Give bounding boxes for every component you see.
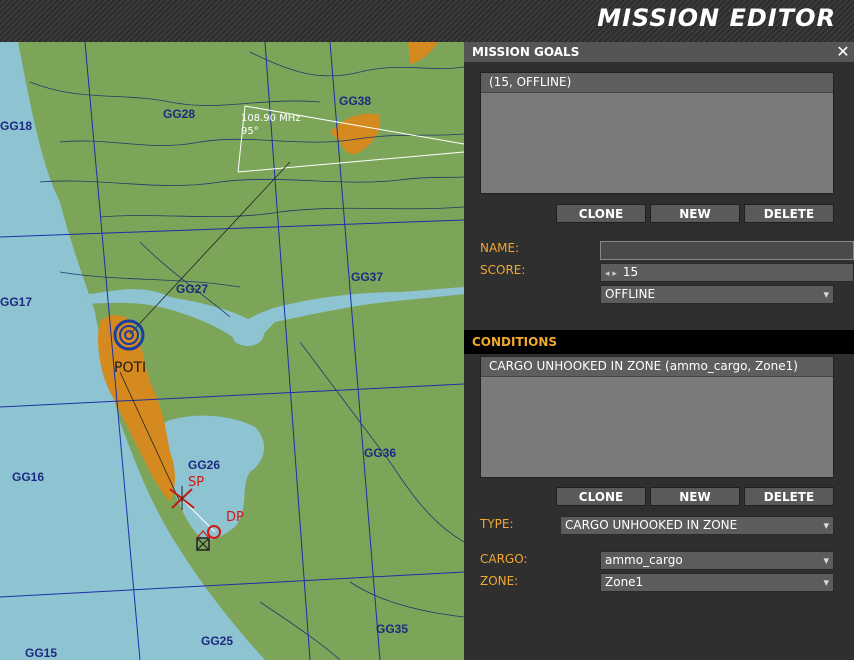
grid-label-gg37: GG37 (351, 270, 383, 284)
sp-label: SP (188, 475, 204, 490)
close-icon[interactable]: ✕ (834, 43, 852, 61)
conditions-list-item[interactable]: CARGO UNHOOKED IN ZONE (ammo_cargo, Zone… (481, 357, 833, 377)
grid-label-gg26: GG26 (188, 458, 220, 472)
cargo-select[interactable]: ammo_cargo (600, 551, 834, 570)
zone-select[interactable]: Zone1 (600, 573, 834, 592)
type-select[interactable]: CARGO UNHOOKED IN ZONE (560, 516, 834, 535)
type-value: CARGO UNHOOKED IN ZONE (565, 518, 738, 532)
dp-label: DP (226, 510, 244, 525)
grid-label-gg36: GG36 (364, 446, 396, 460)
conditions-header: CONDITIONS (464, 330, 854, 354)
score-label: SCORE: (480, 263, 526, 277)
title-bar: MISSION EDITOR (0, 0, 854, 42)
goals-header-title: MISSION GOALS (472, 45, 580, 59)
beacon-frequency: 108.90 MHz (241, 113, 301, 124)
grid-label-gg15: GG15 (25, 646, 57, 660)
stepper-arrows-icon[interactable]: ◂ ▸ (605, 269, 617, 279)
mode-select[interactable]: OFFLINE (600, 285, 834, 304)
grid-label-gg25: GG25 (201, 634, 233, 648)
cargo-value: ammo_cargo (605, 553, 683, 567)
goals-header: MISSION GOALS ✕ (464, 42, 854, 62)
conditions-delete-button[interactable]: DELETE (744, 487, 834, 506)
beacon-heading: 95° (241, 126, 259, 137)
cargo-label: CARGO: (480, 552, 528, 566)
map-view[interactable]: GG18 GG28 GG38 GG17 GG27 GG37 GG16 GG26 … (0, 42, 464, 660)
zone-label: ZONE: (480, 574, 519, 588)
goals-new-button[interactable]: NEW (650, 204, 740, 223)
city-label: POTI (114, 360, 146, 376)
type-label: TYPE: (480, 517, 514, 531)
grid-label-gg27: GG27 (176, 282, 208, 296)
name-field[interactable] (600, 241, 854, 260)
window-title: MISSION EDITOR (597, 4, 836, 32)
grid-label-gg38: GG38 (339, 94, 371, 108)
goals-clone-button[interactable]: CLONE (556, 204, 646, 223)
score-value: 15 (622, 265, 639, 279)
grid-label-gg18: GG18 (0, 119, 32, 133)
map-canvas[interactable]: GG18 GG28 GG38 GG17 GG27 GG37 GG16 GG26 … (0, 42, 464, 660)
zone-value: Zone1 (605, 575, 644, 589)
goals-list-item[interactable]: (15, OFFLINE) (481, 73, 833, 93)
conditions-list[interactable]: CARGO UNHOOKED IN ZONE (ammo_cargo, Zone… (480, 356, 834, 478)
mission-goals-panel: MISSION GOALS ✕ (15, OFFLINE) CLONE NEW … (464, 42, 854, 660)
grid-label-gg17: GG17 (0, 295, 32, 309)
goals-delete-button[interactable]: DELETE (744, 204, 834, 223)
name-label: NAME: (480, 241, 520, 255)
conditions-new-button[interactable]: NEW (650, 487, 740, 506)
mode-value: OFFLINE (605, 287, 656, 301)
conditions-clone-button[interactable]: CLONE (556, 487, 646, 506)
grid-label-gg16: GG16 (12, 470, 44, 484)
goals-list[interactable]: (15, OFFLINE) (480, 72, 834, 194)
grid-label-gg35: GG35 (376, 622, 408, 636)
grid-label-gg28: GG28 (163, 107, 195, 121)
score-stepper[interactable]: ◂ ▸ 15 (600, 263, 854, 282)
